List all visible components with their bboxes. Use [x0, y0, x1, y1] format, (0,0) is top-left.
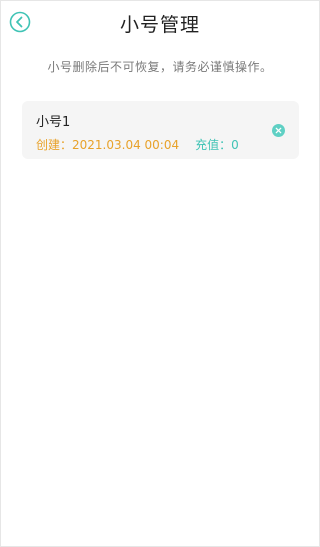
account-management-page: 小号管理 小号删除后不可恢复，请务必谨慎操作。 小号1 创建：2021.03.0… [0, 0, 320, 547]
account-card: 小号1 创建：2021.03.04 00:04 充值：0 [22, 101, 299, 159]
recharge-value: 0 [231, 138, 239, 152]
header: 小号管理 [1, 1, 319, 45]
created-value: 2021.03.04 00:04 [72, 138, 180, 152]
created-label: 创建： [36, 138, 73, 152]
page-title: 小号管理 [119, 14, 200, 36]
delete-account-button[interactable] [272, 124, 285, 137]
recharge-label: 充值： [195, 138, 232, 152]
warning-notice: 小号删除后不可恢复，请务必谨慎操作。 [47, 60, 273, 74]
account-name: 小号1 [36, 115, 71, 130]
close-icon [275, 127, 282, 134]
account-meta: 创建：2021.03.04 00:04 充值：0 [36, 136, 239, 153]
